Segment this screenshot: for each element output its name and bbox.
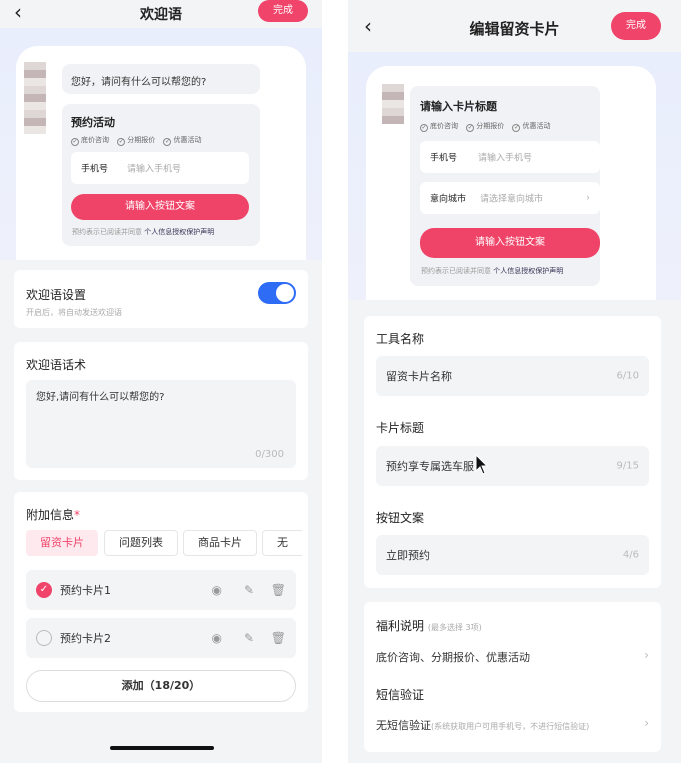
- tag: ✓ 分期报价: [117, 136, 156, 146]
- welcome-script-title: 欢迎语话术: [26, 358, 87, 372]
- tab-product-card[interactable]: 商品卡片: [183, 530, 257, 556]
- top-bar: ‹ 欢迎语 完成: [0, 0, 322, 28]
- card-row-2[interactable]: 预约卡片2 ◉ ✎ 🗑: [26, 618, 296, 658]
- sms-label: 短信验证: [376, 688, 425, 702]
- trash-icon[interactable]: 🗑: [271, 631, 286, 645]
- eye-icon[interactable]: ◉: [212, 631, 222, 645]
- tab-none[interactable]: 无: [262, 530, 302, 556]
- benefits-value[interactable]: 底价咨询、分期报价、优惠活动: [376, 649, 530, 665]
- tool-name-value: 留资卡片名称: [386, 370, 452, 383]
- top-bar: ‹ 编辑留资卡片 完成: [348, 0, 681, 52]
- done-button[interactable]: 完成: [611, 12, 661, 40]
- phone-label: 手机号: [81, 164, 109, 175]
- extra-info-title: 附加信息*: [26, 508, 81, 522]
- char-counter: 9/15: [616, 460, 639, 472]
- tool-name-label: 工具名称: [376, 332, 425, 346]
- welcome-script-panel: 欢迎语话术 您好,请问有什么可以帮您的? 0/300: [14, 342, 308, 480]
- edit-icon[interactable]: ✎: [244, 631, 254, 645]
- card-row-1[interactable]: ✓ 预约卡片1 ◉ ✎ 🗑: [26, 570, 296, 610]
- unchecked-icon[interactable]: [36, 630, 52, 646]
- char-counter: 0/300: [255, 449, 284, 460]
- char-counter: 6/10: [616, 370, 639, 382]
- chevron-right-icon: ›: [586, 192, 590, 204]
- mouse-pointer-icon: [475, 454, 489, 475]
- card-label: 预约卡片2: [60, 632, 111, 645]
- tab-lead-card[interactable]: 留资卡片: [26, 530, 98, 556]
- card-title-value: 预约享专属选车服: [386, 460, 474, 473]
- benefit-tags: ✓ 底价咨询 ✓ 分期报价 ✓ 优惠活动: [71, 135, 207, 146]
- tag: ✓ 底价咨询: [71, 136, 109, 146]
- tag: ✓ 优惠活动: [512, 122, 551, 132]
- tool-name-input[interactable]: 留资卡片名称 6/10: [376, 356, 649, 396]
- options-panel: 福利说明 (最多选择 3项) 底价咨询、分期报价、优惠活动 › 短信验证 无短信…: [364, 602, 661, 752]
- button-text-value: 立即预约: [386, 549, 430, 562]
- phone-placeholder: 请输入手机号: [478, 153, 533, 164]
- cta-button[interactable]: 请输入按钮文案: [420, 228, 600, 258]
- done-button[interactable]: 完成: [258, 0, 308, 22]
- avatar: [382, 84, 404, 124]
- phone-placeholder: 请输入手机号: [127, 164, 182, 175]
- check-circle-icon: ✓: [71, 138, 79, 146]
- check-circle-icon: ✓: [512, 124, 521, 132]
- check-circle-icon: ✓: [466, 124, 475, 132]
- form-panel: 工具名称 留资卡片名称 6/10 卡片标题 预约享专属选车服 9/15 按钮文案…: [364, 316, 661, 588]
- phone-label: 手机号: [430, 153, 458, 164]
- sms-hint: (系统获取用户可用手机号，不进行短信验证): [431, 722, 590, 731]
- edit-icon[interactable]: ✎: [244, 583, 254, 597]
- privacy-link[interactable]: 个人信息授权保护声明: [493, 267, 563, 275]
- welcome-toggle[interactable]: [258, 282, 296, 304]
- phone-field[interactable]: 手机号 请输入手机号: [420, 141, 600, 173]
- lead-card-preview: 请输入卡片标题 ✓ 底价咨询 ✓ 分期报价 ✓ 优惠活动 手机号 请输入手机号 意向城…: [410, 86, 600, 286]
- card-title: 预约活动: [71, 116, 115, 129]
- card-title-label: 卡片标题: [376, 421, 425, 435]
- button-text-input[interactable]: 立即预约 4/6: [376, 535, 649, 575]
- benefits-label: 福利说明 (最多选择 3项): [376, 619, 482, 633]
- card-title: 请输入卡片标题: [420, 100, 497, 113]
- lead-card-preview: 预约活动 ✓ 底价咨询 ✓ 分期报价 ✓ 优惠活动 手机号 请输入手机号 请输入按钮文…: [62, 104, 260, 246]
- card-title-input[interactable]: 预约享专属选车服 9/15: [376, 446, 649, 486]
- city-label: 意向城市: [430, 194, 467, 205]
- welcome-script-textarea[interactable]: 您好,请问有什么可以帮您的? 0/300: [26, 380, 296, 468]
- extra-info-panel: 附加信息* 留资卡片 问题列表 商品卡片 无 ✓ 预约卡片1 ◉ ✎ 🗑 预约卡…: [14, 492, 308, 712]
- trash-icon[interactable]: 🗑: [271, 583, 286, 597]
- welcome-setting-panel: 欢迎语设置 开启后，将自动发送欢迎语: [14, 270, 308, 328]
- benefits-hint: (最多选择 3项): [427, 623, 482, 632]
- greeting-text: 您好，请问有什么可以帮您的?: [71, 77, 207, 88]
- phone-field[interactable]: 手机号 请输入手机号: [71, 152, 249, 184]
- tab-question-list[interactable]: 问题列表: [104, 530, 178, 556]
- welcome-setting-title: 欢迎语设置: [26, 288, 87, 302]
- welcome-setting-desc: 开启后，将自动发送欢迎语: [26, 308, 122, 317]
- consent-text: 预约表示已阅读并同意 个人信息授权保护声明: [72, 228, 215, 236]
- city-field[interactable]: 意向城市 请选择意向城市 ›: [420, 182, 600, 214]
- avatar: [24, 62, 46, 134]
- toggle-knob: [276, 284, 294, 302]
- chevron-right-icon[interactable]: ›: [644, 716, 649, 730]
- card-label: 预约卡片1: [60, 584, 111, 597]
- welcome-script-text: 您好,请问有什么可以帮您的?: [36, 392, 165, 403]
- button-text-label: 按钮文案: [376, 511, 425, 525]
- card-preview: 请输入卡片标题 ✓ 底价咨询 ✓ 分期报价 ✓ 优惠活动 手机号 请输入手机号 意向城…: [366, 66, 656, 300]
- city-placeholder: 请选择意向城市: [480, 194, 544, 205]
- tag: ✓ 底价咨询: [420, 122, 458, 132]
- eye-icon[interactable]: ◉: [212, 583, 222, 597]
- check-circle-icon: ✓: [117, 138, 126, 146]
- greeting-bubble: 您好，请问有什么可以帮您的?: [62, 64, 260, 94]
- checked-icon[interactable]: ✓: [36, 582, 52, 598]
- check-circle-icon: ✓: [163, 138, 172, 146]
- char-counter: 4/6: [622, 549, 639, 561]
- tag: ✓ 优惠活动: [163, 136, 202, 146]
- check-circle-icon: ✓: [420, 124, 428, 132]
- consent-text: 预约表示已阅读并同意 个人信息授权保护声明: [421, 267, 564, 275]
- add-button[interactable]: 添加（18/20）: [26, 670, 296, 702]
- privacy-link[interactable]: 个人信息授权保护声明: [144, 228, 214, 236]
- sms-value[interactable]: 无短信验证(系统获取用户可用手机号，不进行短信验证): [376, 717, 589, 733]
- tag: ✓ 分期报价: [466, 122, 505, 132]
- edit-lead-card-screen: ‹ 编辑留资卡片 完成 请输入卡片标题 ✓ 底价咨询 ✓ 分期报价 ✓ 优惠活动 手机…: [348, 0, 681, 763]
- home-indicator: [110, 746, 214, 750]
- benefit-tags: ✓ 底价咨询 ✓ 分期报价 ✓ 优惠活动: [420, 121, 556, 132]
- chat-preview: 您好，请问有什么可以帮您的? 预约活动 ✓ 底价咨询 ✓ 分期报价 ✓ 优惠活动 手机…: [16, 46, 306, 260]
- welcome-screen: ‹ 欢迎语 完成 您好，请问有什么可以帮您的? 预约活动 ✓ 底价咨询 ✓ 分期报价…: [0, 0, 322, 763]
- chevron-right-icon[interactable]: ›: [644, 648, 649, 662]
- cta-button[interactable]: 请输入按钮文案: [71, 194, 249, 220]
